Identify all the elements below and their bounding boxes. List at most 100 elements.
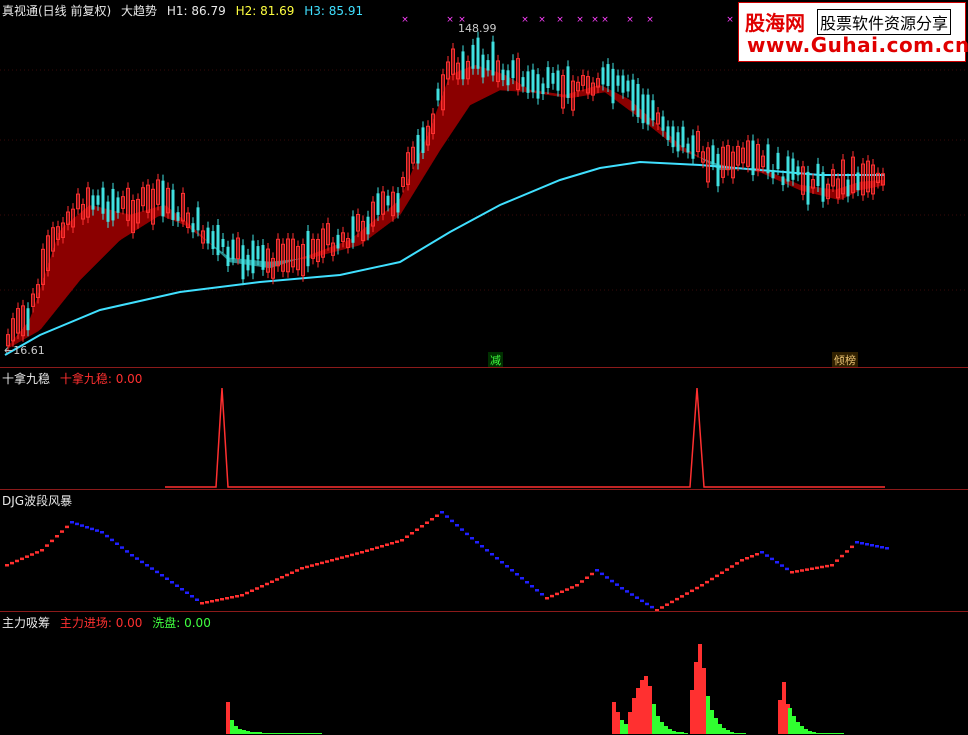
candle-body — [716, 153, 720, 187]
panel3-title: DJG波段风暴 — [2, 494, 73, 508]
wave-dot — [735, 562, 739, 565]
wave-dot — [500, 561, 504, 564]
volume-bar — [266, 733, 270, 734]
wave-dot — [720, 571, 724, 574]
wave-dot — [800, 569, 804, 572]
wave-dot — [270, 580, 274, 583]
volume-bar — [660, 722, 664, 734]
wave-dot — [260, 585, 264, 588]
candle-body — [256, 246, 260, 260]
wave-dot — [820, 565, 824, 569]
candle-body — [101, 187, 105, 214]
candle-body — [666, 126, 670, 141]
candle-body — [336, 234, 340, 249]
wave-dot — [205, 601, 209, 604]
candle-body — [751, 140, 755, 176]
trend-ribbon-segment — [76, 212, 81, 285]
trend-ribbon-segment — [409, 169, 414, 200]
candle-body — [491, 41, 495, 76]
volume-bar — [314, 733, 318, 734]
volume-bar — [742, 733, 746, 734]
candle-body — [241, 245, 245, 280]
volume-bar — [680, 732, 684, 734]
volume-bar — [676, 732, 680, 734]
candle-body — [651, 100, 655, 121]
volume-bar — [816, 733, 820, 734]
wave-dot — [240, 594, 244, 597]
wave-dot — [575, 584, 579, 587]
watermark-logo: 股海网 股票软件资源分享 www.Guhai.com.cn — [738, 2, 968, 62]
volume-bar — [648, 686, 652, 734]
volume-bar — [734, 733, 738, 734]
candle-body — [91, 195, 95, 210]
trend-ribbon-segment — [436, 102, 441, 156]
panel2-title: 十拿九稳 — [2, 372, 51, 386]
wave-dot — [780, 564, 784, 567]
wave-dot — [130, 554, 134, 557]
wave-dot — [200, 602, 204, 605]
wave-dot — [755, 553, 759, 556]
candle-body — [501, 69, 505, 81]
wave-dot — [325, 560, 329, 563]
volume-bar — [808, 731, 812, 734]
volume-bar — [632, 698, 636, 734]
volume-bar — [656, 716, 660, 734]
wave-dot — [785, 567, 789, 571]
logo-url: www.Guhai.com.cn — [747, 33, 968, 57]
candle-body — [196, 207, 200, 231]
wave-dot — [95, 529, 99, 532]
wave-dot — [505, 565, 509, 568]
candle-body — [506, 70, 510, 86]
wave-dot — [610, 579, 614, 583]
candle-body — [681, 126, 685, 148]
volume-bar — [274, 733, 278, 734]
wave-dot — [880, 546, 884, 549]
trend-ribbon-segment — [625, 97, 630, 111]
top-marker: × — [591, 15, 599, 25]
wave-dot — [525, 581, 529, 584]
indicator-panel-shinana[interactable]: 十拿九稳 十拿九稳: 0.00 — [0, 368, 968, 490]
trend-ribbon-segment — [400, 190, 405, 215]
main-chart-panel[interactable]: 真视通(日线 前复权) 大趋势 H1: 86.79 H2: 81.69 H3: … — [0, 0, 968, 368]
indicator-panel-djg[interactable]: DJG波段风暴 — [0, 490, 968, 612]
wave-dot — [590, 572, 594, 576]
volume-bar — [636, 688, 640, 734]
candle-body — [641, 94, 645, 124]
volume-bar — [812, 732, 816, 734]
main-chart-header: 真视通(日线 前复权) 大趋势 H1: 86.79 H2: 81.69 H3: … — [2, 2, 369, 19]
candle-body — [776, 152, 780, 170]
wave-dot — [450, 519, 454, 523]
volume-bar — [684, 733, 688, 734]
wave-dot — [650, 605, 654, 609]
h3-value: H3: 85.91 — [304, 4, 364, 18]
trend-ribbon-segment — [445, 77, 450, 142]
wave-dot — [45, 544, 49, 547]
volume-bar — [246, 731, 250, 734]
wave-dot — [295, 569, 299, 572]
djg-chart-canvas[interactable] — [0, 490, 968, 611]
trend-ribbon-segment — [142, 210, 147, 227]
candle-body — [231, 239, 235, 260]
candle-body — [261, 245, 265, 270]
candle-body — [306, 230, 310, 267]
wave-dot — [255, 587, 259, 590]
candle-body — [671, 126, 675, 148]
indicator-name: 大趋势 — [121, 4, 158, 18]
wave-dot — [570, 586, 574, 589]
indicator-panel-accumulation[interactable]: 主力吸筹 主力进场: 0.00 洗盘: 0.00 — [0, 612, 968, 735]
trend-ribbon-segment — [118, 211, 123, 242]
volume-bar — [298, 733, 302, 734]
wave-dot — [10, 561, 14, 565]
volume-bar — [230, 720, 234, 734]
wave-dot — [65, 525, 69, 529]
wave-dot — [120, 546, 124, 549]
panel2-header: 十拿九稳 十拿九稳: 0.00 — [2, 370, 148, 387]
low-price-label: ←16.61 — [4, 344, 45, 357]
wave-dot — [805, 568, 809, 571]
candle-body — [661, 116, 665, 131]
volume-bar — [612, 702, 616, 734]
wave-dot — [470, 537, 474, 540]
candle-body — [626, 80, 630, 92]
volume-bar — [254, 732, 258, 734]
volume-bar — [640, 680, 644, 734]
